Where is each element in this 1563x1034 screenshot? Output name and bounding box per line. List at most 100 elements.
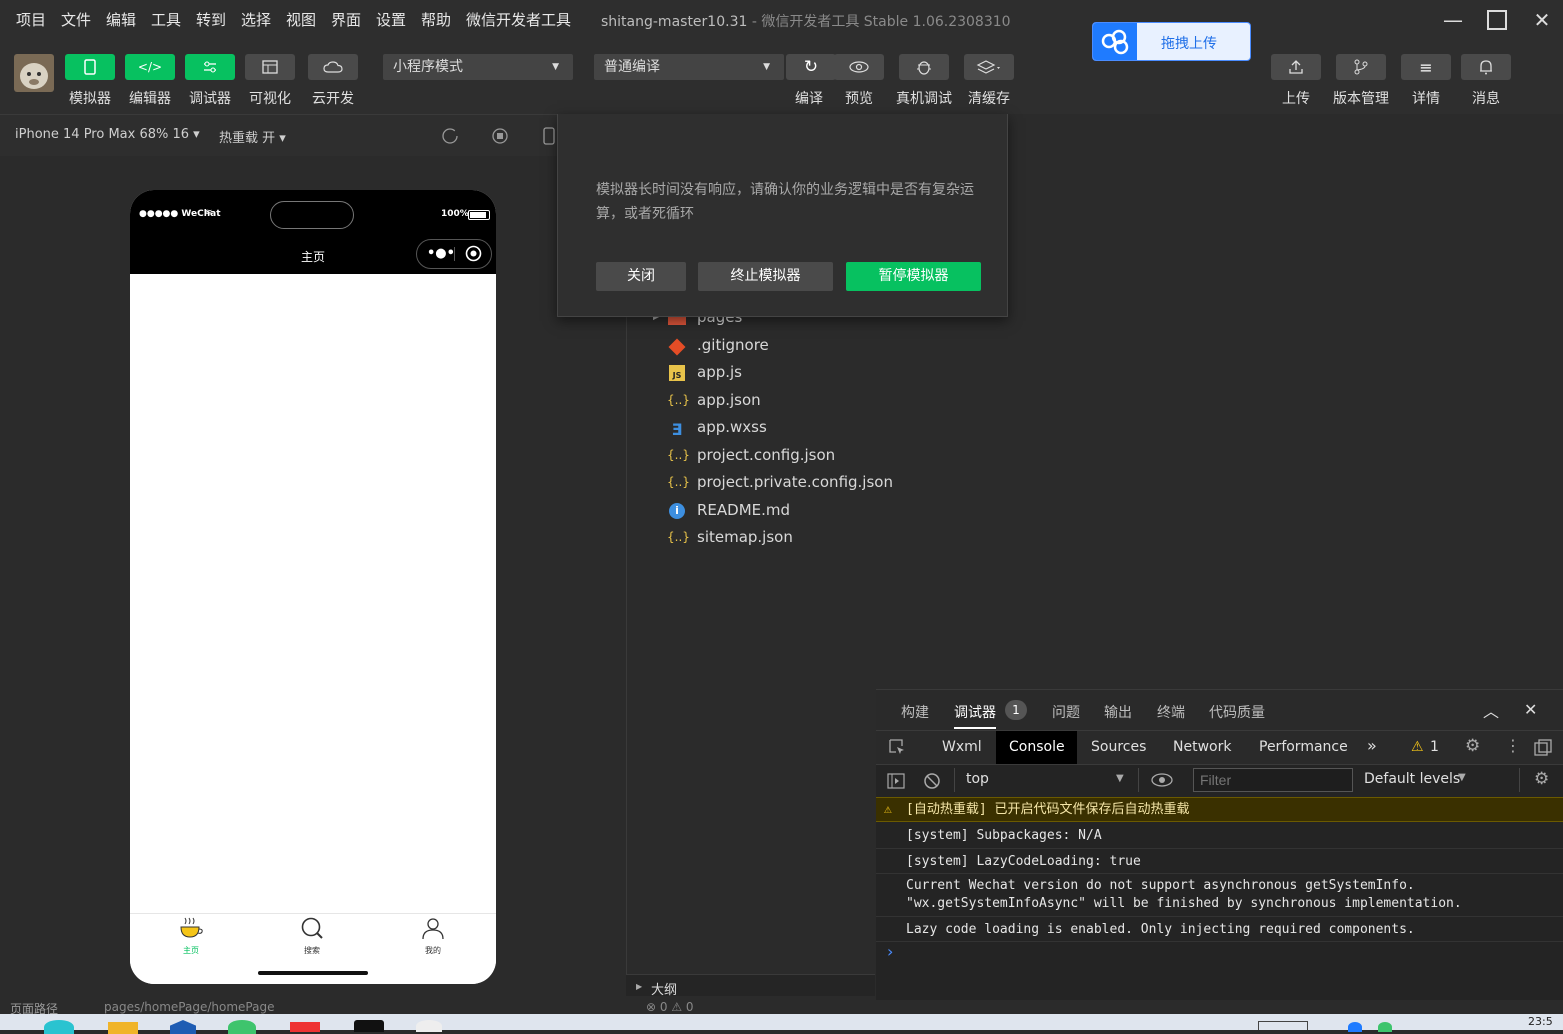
editor-toggle-button[interactable]: </> <box>125 54 175 80</box>
console-log-warning[interactable]: ⚠ [自动热重载] 已开启代码文件保存后自动热重载 <box>876 797 1563 822</box>
tab-search[interactable]: 搜索 <box>282 916 342 956</box>
chevron-up-icon[interactable]: ︿ <box>1483 698 1499 722</box>
app-icon-5[interactable] <box>290 1022 320 1032</box>
close-button[interactable]: 关闭 <box>596 262 686 291</box>
drag-upload-widget[interactable]: 拖拽上传 <box>1092 22 1251 61</box>
folder-icon[interactable] <box>108 1022 138 1034</box>
os-taskbar: 23:5 <box>0 1014 1563 1034</box>
version-control-button[interactable] <box>1336 54 1386 80</box>
record-icon[interactable] <box>491 127 509 145</box>
real-device-debug-button[interactable] <box>899 54 949 80</box>
more-tabs-icon[interactable]: » <box>1367 736 1377 755</box>
app-icon-6[interactable] <box>354 1020 384 1032</box>
close-icon[interactable]: ✕ <box>1524 700 1537 719</box>
close-window-icon[interactable]: ✕ <box>1528 6 1556 34</box>
wechat-icon[interactable] <box>228 1020 256 1034</box>
warning-icon[interactable]: ⚠ <box>1411 739 1424 755</box>
console-filter-input[interactable] <box>1193 768 1353 792</box>
clock: 23:5 <box>1528 1015 1553 1028</box>
menu-settings[interactable]: 设置 <box>376 9 406 30</box>
context-select[interactable]: top <box>966 771 989 787</box>
hot-reload-toggle[interactable]: 热重载 开 ▾ <box>219 127 286 146</box>
pause-simulator-button[interactable]: 暂停模拟器 <box>846 262 981 291</box>
debugger-toggle-button[interactable] <box>185 54 235 80</box>
console-log-line[interactable]: [system] Subpackages: N/A <box>876 823 1563 849</box>
console-log-line[interactable]: Lazy code loading is enabled. Only injec… <box>876 917 1563 942</box>
tab-sources[interactable]: Sources <box>1091 739 1146 755</box>
menu-wechat-devtools[interactable]: 微信开发者工具 <box>466 9 571 30</box>
tab-wxml[interactable]: Wxml <box>942 739 982 755</box>
menu-goto[interactable]: 转到 <box>196 9 226 30</box>
sidebar-toggle-icon[interactable] <box>887 773 905 793</box>
gear-icon[interactable]: ⚙ <box>1534 769 1549 789</box>
menu-interface[interactable]: 界面 <box>331 9 361 30</box>
eye-icon[interactable] <box>1151 772 1173 792</box>
tab-problems[interactable]: 问题 <box>1052 702 1080 722</box>
menu-tools[interactable]: 工具 <box>151 9 181 30</box>
app-icon-7[interactable] <box>416 1020 442 1032</box>
rotate-icon[interactable] <box>441 127 459 145</box>
tab-network[interactable]: Network <box>1173 739 1231 755</box>
visual-label: 可视化 <box>249 91 291 107</box>
console-log-line[interactable]: [system] LazyCodeLoading: true <box>876 849 1563 874</box>
menu-view[interactable]: 视图 <box>286 9 316 30</box>
tab-debugger[interactable]: 调试器 <box>954 702 996 729</box>
gear-icon[interactable]: ⚙ <box>1465 736 1480 756</box>
maximize-icon[interactable] <box>1483 6 1511 34</box>
upload-label: 上传 <box>1282 91 1310 107</box>
console-log-line[interactable]: Current Wechat version do not support as… <box>876 874 1563 917</box>
tab-console[interactable]: Console <box>1009 739 1065 755</box>
avatar[interactable] <box>14 54 54 92</box>
preview-button[interactable] <box>834 54 884 80</box>
upload-button[interactable] <box>1271 54 1321 80</box>
device-select[interactable]: iPhone 14 Pro Max 68% 16 ▾ <box>15 127 200 142</box>
tab-performance[interactable]: Performance <box>1259 739 1348 755</box>
tray-icon[interactable] <box>1258 1021 1308 1030</box>
visual-toggle-button[interactable] <box>245 54 295 80</box>
tab-build[interactable]: 构建 <box>901 702 929 722</box>
messages-button[interactable] <box>1461 54 1511 80</box>
details-button[interactable]: ≡ <box>1401 54 1451 80</box>
menu-project[interactable]: 项目 <box>16 9 46 30</box>
cloud-dev-button[interactable] <box>308 54 358 80</box>
compile-button[interactable]: ↻ <box>786 54 836 80</box>
tab-output[interactable]: 输出 <box>1104 702 1132 722</box>
tab-home[interactable]: 主页 <box>161 916 221 956</box>
menu-select[interactable]: 选择 <box>241 9 271 30</box>
undock-icon[interactable] <box>1534 739 1552 761</box>
compile-mode-select[interactable]: 普通编译 ▼ <box>594 54 784 80</box>
phone-simulator[interactable]: ●●●●● WeChat ≋ 100% 主页 •●• 主页 搜索 我的 <box>130 190 496 984</box>
tray-icon[interactable] <box>1348 1022 1362 1032</box>
terminate-simulator-button[interactable]: 终止模拟器 <box>698 262 833 291</box>
tray-icon[interactable] <box>1378 1022 1392 1032</box>
clear-cache-button[interactable] <box>964 54 1014 80</box>
tab-profile[interactable]: 我的 <box>403 916 463 956</box>
console-prompt[interactable]: › <box>887 942 893 961</box>
close-mini-program-icon[interactable] <box>465 245 482 266</box>
simulator-toggle-button[interactable] <box>65 54 115 80</box>
log-levels-select[interactable]: Default levels <box>1364 771 1460 787</box>
mode-select[interactable]: 小程序模式 ▼ <box>383 54 573 80</box>
capsule-menu[interactable]: •●• <box>416 239 492 269</box>
project-name: shitang-master10.31 <box>601 14 748 30</box>
app-icon-3[interactable] <box>170 1020 196 1034</box>
problems-count[interactable]: ⊗ 0 ⚠ 0 <box>646 1000 694 1014</box>
menu-file[interactable]: 文件 <box>61 9 91 30</box>
warning-icon: ⚠ <box>884 802 892 817</box>
tab-terminal[interactable]: 终端 <box>1157 702 1185 722</box>
app-icon-1[interactable] <box>44 1020 74 1034</box>
kebab-menu-icon[interactable]: ⋮ <box>1505 736 1521 755</box>
dialog-message: 模拟器长时间没有响应，请确认你的业务逻辑中是否有复杂运算，或者死循环 <box>596 182 974 222</box>
minimize-icon[interactable]: — <box>1439 6 1467 34</box>
clear-console-icon[interactable] <box>923 772 941 794</box>
more-dots-icon[interactable]: •●• <box>427 246 455 261</box>
menu-help[interactable]: 帮助 <box>421 9 451 30</box>
tab-code-quality[interactable]: 代码质量 <box>1209 702 1265 722</box>
menu-edit[interactable]: 编辑 <box>106 9 136 30</box>
inspect-element-icon[interactable] <box>888 738 906 760</box>
search-icon <box>282 916 342 944</box>
file-name: app.json <box>697 391 761 409</box>
page-path-value[interactable]: pages/homePage/homePage <box>104 1000 274 1014</box>
branch-icon <box>1336 54 1386 80</box>
git-icon <box>667 338 687 356</box>
